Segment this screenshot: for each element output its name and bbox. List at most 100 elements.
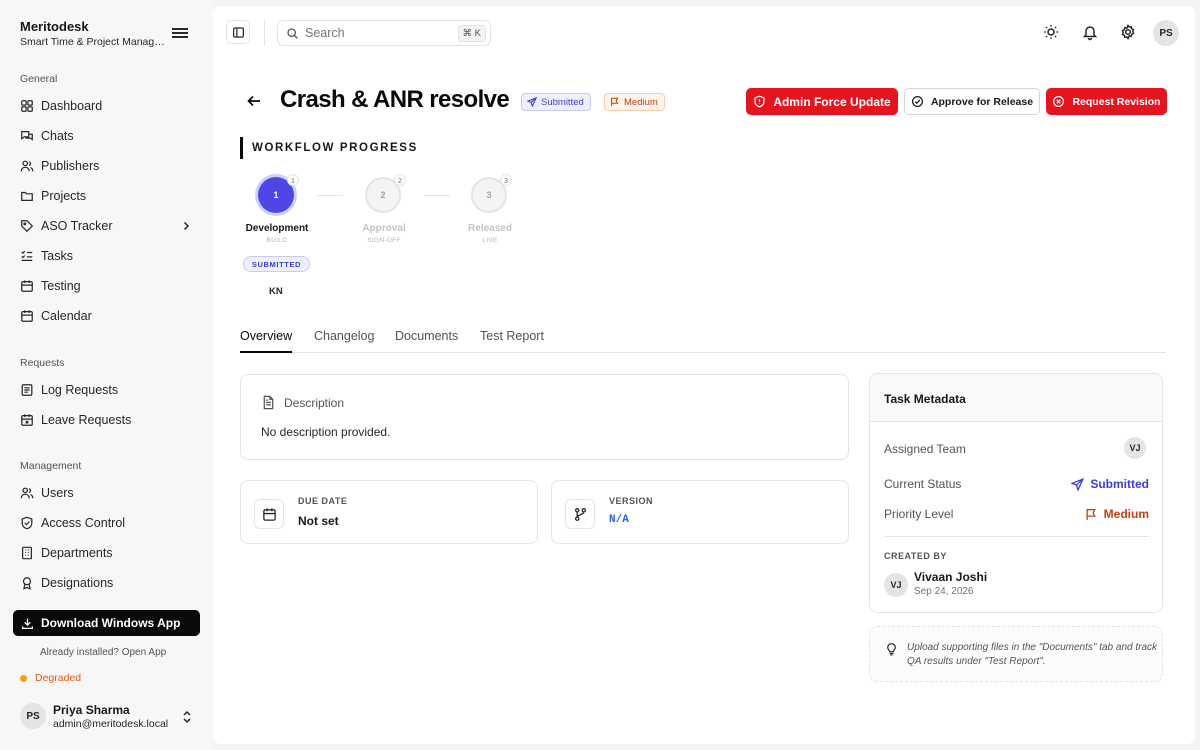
sidebar-item-users[interactable]: Users bbox=[20, 481, 200, 505]
chevron-right-icon bbox=[183, 221, 190, 231]
assigned-team-avatar[interactable]: VJ bbox=[1124, 437, 1146, 459]
current-status-text: Submitted bbox=[1090, 477, 1149, 491]
x-circle-icon bbox=[1053, 96, 1065, 107]
bell-icon[interactable] bbox=[1081, 23, 1099, 41]
checklist-icon bbox=[21, 250, 33, 261]
assigned-team-label: Assigned Team bbox=[884, 442, 966, 456]
calendar-x-icon bbox=[21, 414, 33, 426]
description-heading: Description bbox=[261, 395, 344, 410]
sidebar: Meritodesk Smart Time & Project Manageme… bbox=[0, 0, 213, 750]
divider bbox=[264, 20, 265, 46]
page-title: Crash & ANR resolve bbox=[280, 86, 510, 113]
priority-level-label: Priority Level bbox=[884, 507, 954, 521]
step-assignee-initials: KN bbox=[269, 286, 283, 297]
workflow-title: WORKFLOW PROGRESS bbox=[252, 142, 418, 154]
account-avatar[interactable]: PS bbox=[1153, 20, 1179, 46]
version-value: N/A bbox=[609, 514, 629, 526]
main-panel: ⌘ K PS Crash & ANR resolve Submitted Med… bbox=[213, 6, 1195, 744]
user-menu[interactable]: PS Priya Sharma admin@meritodesk.local bbox=[20, 702, 195, 732]
step-label: Development bbox=[245, 223, 309, 234]
grid-icon bbox=[21, 100, 33, 112]
tab-changelog[interactable]: Changelog bbox=[314, 329, 374, 353]
sidebar-item-departments[interactable]: Departments bbox=[20, 541, 200, 565]
sidebar-item-testing[interactable]: Testing bbox=[20, 274, 200, 298]
workflow-step-development[interactable]: 1 1 Development BUILD bbox=[232, 174, 322, 267]
sidebar-item-publishers[interactable]: Publishers bbox=[20, 154, 200, 178]
approve-for-release-label: Approve for Release bbox=[930, 95, 1034, 108]
download-label: Download Windows App bbox=[41, 616, 181, 630]
brand-subtitle: Smart Time & Project Management bbox=[20, 36, 166, 48]
sidebar-item-label: ASO Tracker bbox=[41, 219, 113, 233]
hamburger-menu-icon[interactable] bbox=[172, 26, 188, 40]
created-by-label: CREATED BY bbox=[884, 551, 947, 561]
version-label: VERSION bbox=[609, 496, 654, 506]
sidebar-item-calendar[interactable]: Calendar bbox=[20, 304, 200, 328]
toggle-sidebar-button[interactable] bbox=[226, 20, 250, 44]
sidebar-item-label: Leave Requests bbox=[41, 413, 132, 427]
creator-avatar: VJ bbox=[884, 573, 908, 597]
version-icon-box bbox=[565, 499, 595, 529]
sidebar-item-tasks[interactable]: Tasks bbox=[20, 244, 200, 268]
sidebar-item-label: Access Control bbox=[41, 516, 126, 530]
section-label-general: General bbox=[20, 73, 58, 85]
task-metadata-card: Task Metadata Assigned Team VJ Current S… bbox=[869, 373, 1163, 613]
sidebar-item-projects[interactable]: Projects bbox=[20, 184, 200, 208]
status-badge-label: Submitted bbox=[541, 96, 584, 108]
section-label-requests: Requests bbox=[20, 357, 65, 369]
section-label-management: Management bbox=[20, 460, 82, 472]
sidebar-item-chats[interactable]: Chats bbox=[20, 124, 200, 148]
due-date-value: Not set bbox=[298, 514, 339, 528]
download-windows-app-button[interactable]: Download Windows App bbox=[13, 610, 200, 636]
step-sublabel: BUILD bbox=[266, 237, 288, 244]
chevron-up-down-icon bbox=[183, 710, 191, 724]
shield-icon bbox=[21, 516, 33, 530]
user-name: Priya Sharma bbox=[53, 703, 130, 717]
tab-test-report[interactable]: Test Report bbox=[480, 329, 544, 353]
open-app-link[interactable]: Already installed? Open App bbox=[40, 647, 166, 658]
approve-for-release-button[interactable]: Approve for Release bbox=[904, 88, 1040, 115]
tab-documents[interactable]: Documents bbox=[395, 329, 458, 353]
calendar-icon bbox=[262, 507, 276, 521]
request-revision-button[interactable]: Request Revision bbox=[1046, 88, 1167, 115]
due-date-icon-box bbox=[254, 499, 284, 529]
gear-icon[interactable] bbox=[1119, 23, 1137, 41]
search-input[interactable] bbox=[305, 26, 455, 40]
sidebar-item-access-control[interactable]: Access Control bbox=[20, 511, 200, 535]
step-number: 3 bbox=[500, 174, 512, 186]
metadata-header: Task Metadata bbox=[870, 374, 1162, 422]
sidebar-item-aso-tracker[interactable]: ASO Tracker bbox=[20, 214, 200, 238]
system-status: Degraded bbox=[20, 672, 81, 684]
sidebar-item-leave-requests[interactable]: Leave Requests bbox=[20, 408, 200, 432]
sidebar-item-log-requests[interactable]: Log Requests bbox=[20, 378, 200, 402]
workflow-step-approval[interactable]: 2 2 Approval SIGN-OFF bbox=[339, 174, 429, 267]
step-label: Approval bbox=[362, 223, 406, 234]
brand[interactable]: Meritodesk Smart Time & Project Manageme… bbox=[20, 19, 166, 48]
section-accent-bar bbox=[240, 137, 243, 159]
sidebar-item-label: Tasks bbox=[41, 249, 73, 263]
sun-icon[interactable] bbox=[1042, 23, 1060, 41]
user-avatar: PS bbox=[20, 703, 46, 729]
sidebar-item-dashboard[interactable]: Dashboard bbox=[20, 94, 200, 118]
search-box[interactable]: ⌘ K bbox=[277, 20, 491, 46]
search-icon bbox=[287, 27, 298, 39]
brand-name: Meritodesk bbox=[20, 19, 89, 34]
tab-overview[interactable]: Overview bbox=[240, 329, 293, 353]
current-status-value: Submitted bbox=[1071, 477, 1149, 491]
back-arrow-icon[interactable] bbox=[246, 93, 262, 109]
sidebar-panel-icon bbox=[232, 26, 244, 38]
sidebar-item-label: Departments bbox=[41, 546, 113, 560]
git-branch-icon bbox=[574, 507, 586, 521]
folder-icon bbox=[21, 191, 33, 201]
version-card: VERSION N/A bbox=[551, 480, 849, 544]
admin-force-update-button[interactable]: Admin Force Update bbox=[746, 88, 898, 115]
step-sublabel: LIVE bbox=[482, 237, 498, 244]
sidebar-item-label: Publishers bbox=[41, 159, 100, 173]
calendar-icon bbox=[21, 280, 33, 292]
priority-level-text: Medium bbox=[1103, 507, 1149, 521]
sidebar-item-designations[interactable]: Designations bbox=[20, 571, 200, 595]
sidebar-item-label: Projects bbox=[41, 189, 87, 203]
sidebar-item-label: Testing bbox=[41, 279, 81, 293]
workflow-step-released[interactable]: 3 3 Released LIVE bbox=[445, 174, 535, 267]
flag-icon bbox=[611, 97, 619, 107]
admin-force-update-label: Admin Force Update bbox=[773, 94, 891, 109]
